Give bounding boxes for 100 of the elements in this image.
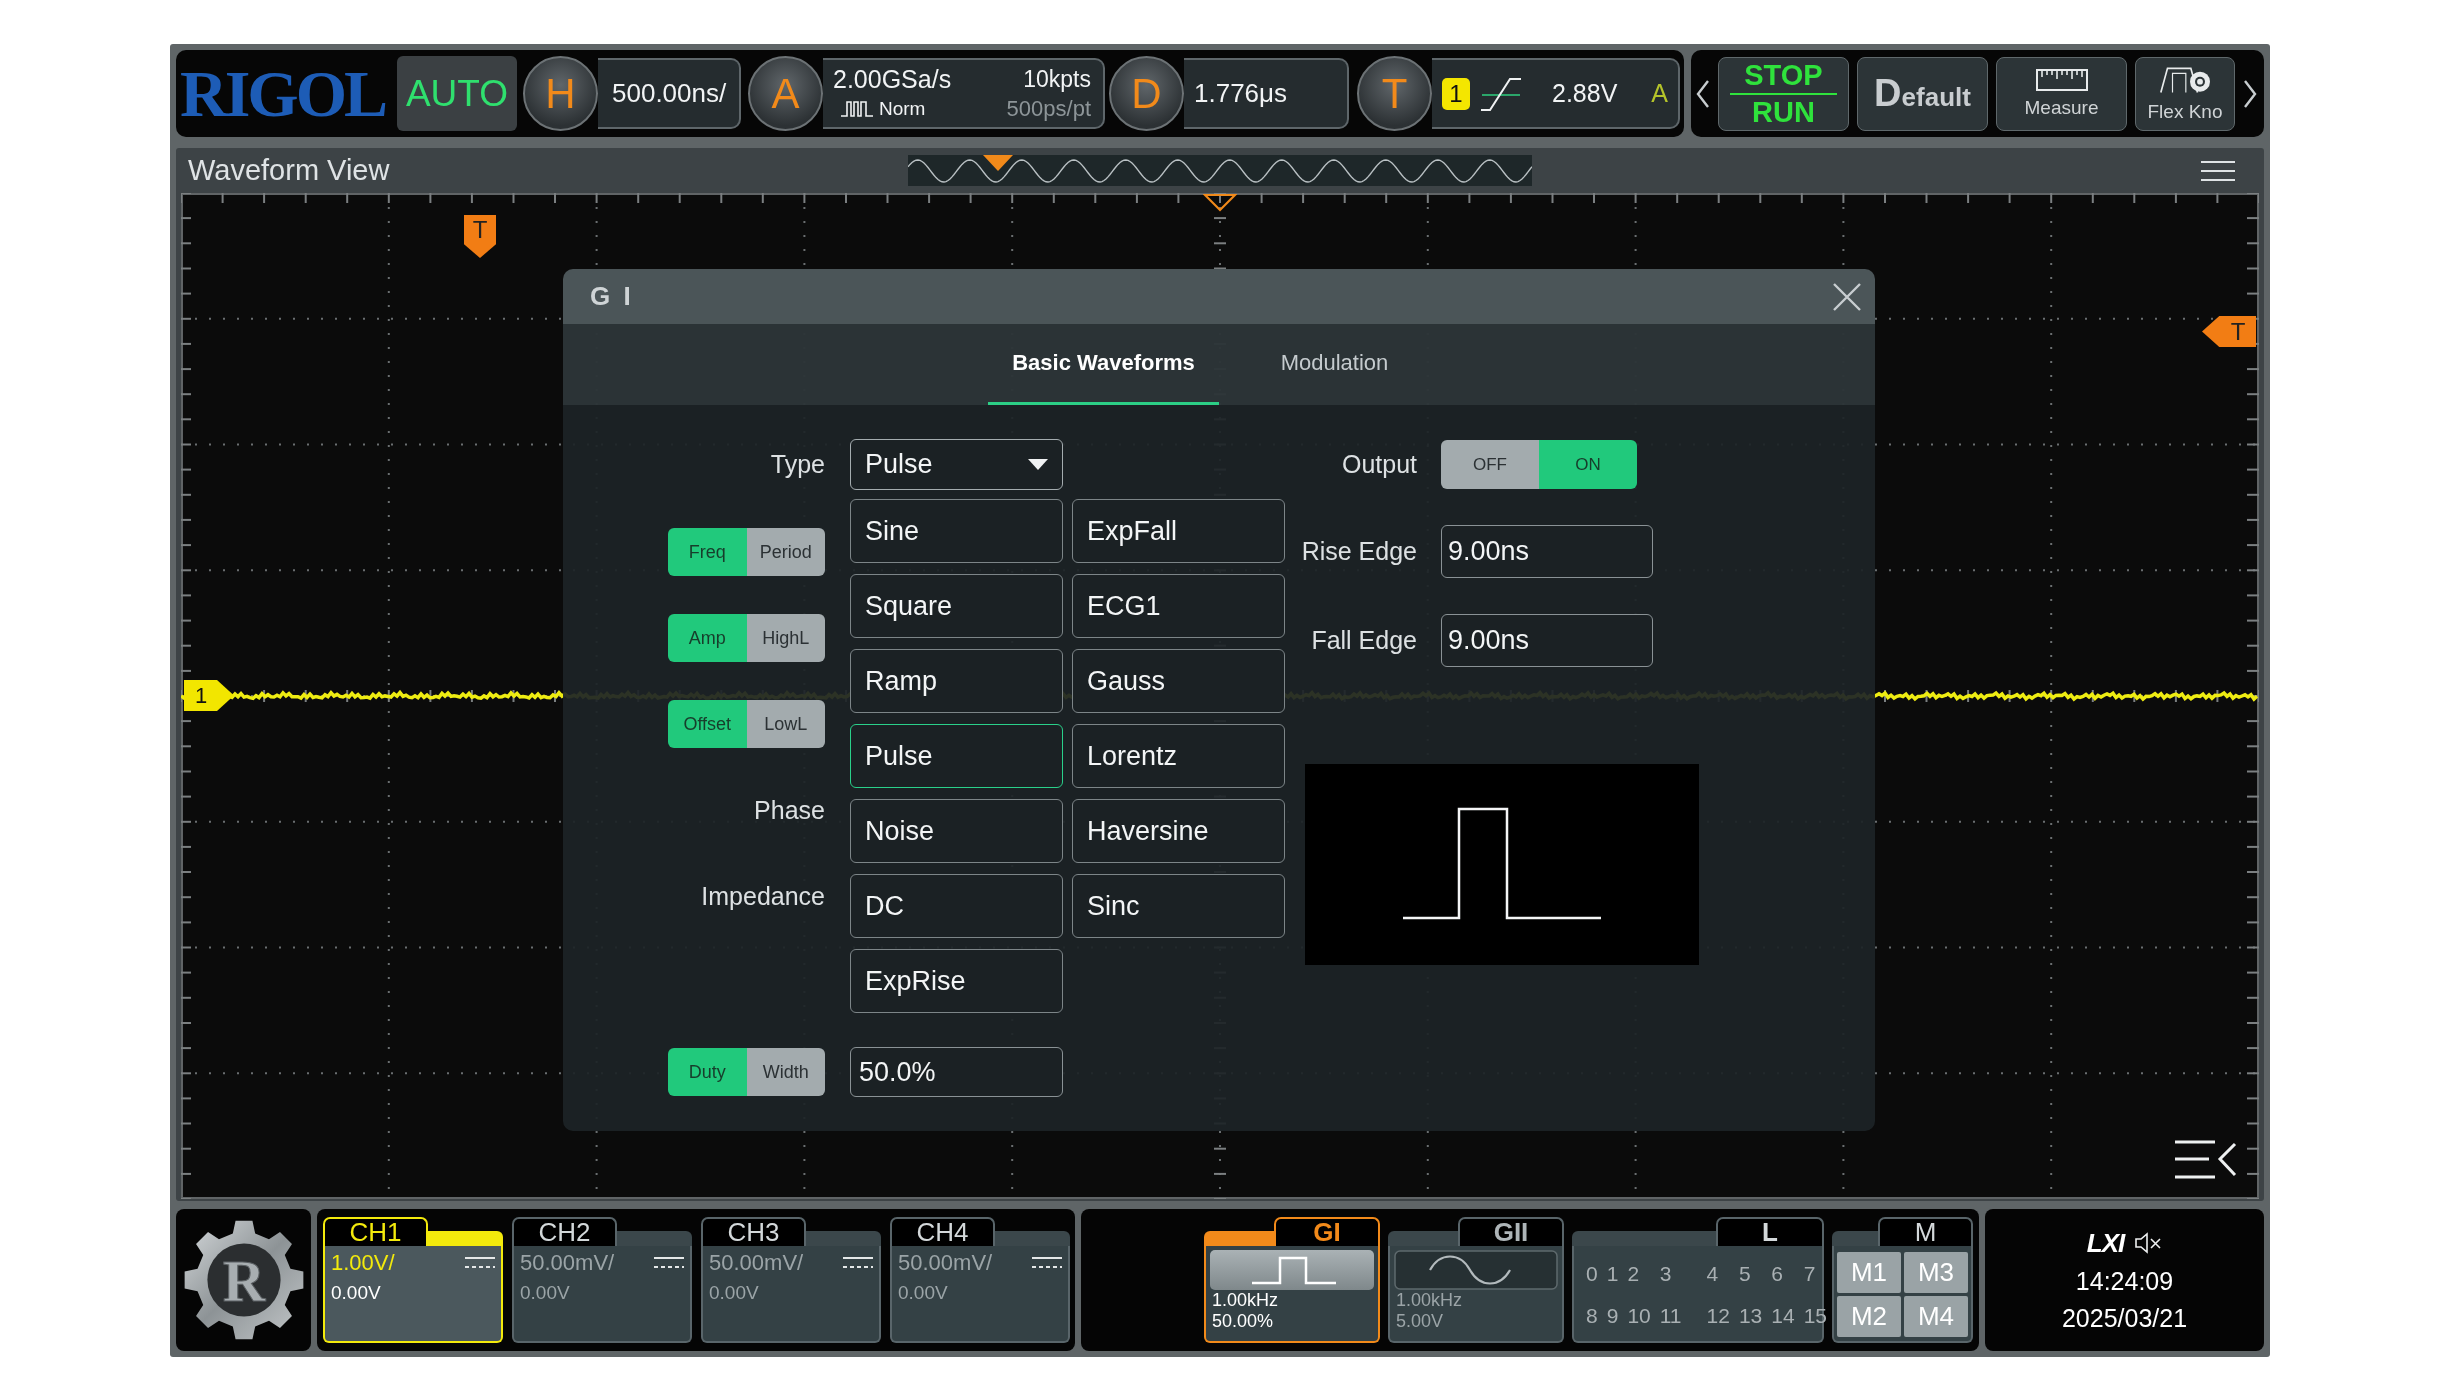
logic-channel-number: 13: [1738, 1304, 1763, 1328]
toggle-option[interactable]: HighL: [746, 614, 825, 662]
sine-wave-icon: [1394, 1250, 1558, 1290]
run-stop-button[interactable]: STOP RUN: [1718, 56, 1849, 131]
close-icon[interactable]: [1832, 281, 1862, 312]
speaker-muted-icon[interactable]: [2134, 1231, 2163, 1255]
dropdown-option[interactable]: Lorentz: [1072, 724, 1285, 788]
logic-channel-number: 3: [1659, 1262, 1673, 1286]
trigger-mode-button[interactable]: AUTO: [397, 56, 517, 131]
field-label: Fall Edge: [1310, 626, 1417, 655]
tab-strip: [1204, 1231, 1274, 1246]
lxi-logo: LXI: [2086, 1227, 2125, 1259]
dc-coupling-icon: [654, 1256, 684, 1270]
channel-tab[interactable]: CH3: [701, 1217, 806, 1246]
field-label: Impedance: [700, 881, 825, 911]
field-label: Output: [1340, 450, 1417, 479]
toggle-option[interactable]: Duty: [668, 1048, 747, 1096]
dropdown-option[interactable]: Sinc: [1072, 874, 1285, 938]
logic-panel[interactable]: 0 1 2 3 4 5 6 7 8 9 10 11 12 13 14 15: [1572, 1246, 1824, 1343]
generator-frequency: 1.00kHz: [1395, 1290, 1464, 1311]
channel-panel[interactable]: 1.00V/ 0.00V: [323, 1246, 503, 1343]
dropdown-option[interactable]: Ramp: [850, 649, 1063, 713]
switch-option[interactable]: OFF: [1441, 440, 1539, 489]
generator-panel[interactable]: 1.00kHz 5.00V: [1388, 1246, 1564, 1343]
generator-value: 50.00%: [1211, 1311, 1275, 1332]
chevron-right-icon[interactable]: [2243, 78, 2257, 109]
flex-knob-button[interactable]: Flex Kno: [2135, 56, 2235, 131]
toggle-option[interactable]: Width: [746, 1048, 825, 1096]
trigger-panel[interactable]: 1 2.88V A: [1432, 58, 1680, 129]
delay-marker-icon[interactable]: [1203, 193, 1237, 212]
channel-tab[interactable]: CH1: [323, 1217, 428, 1246]
dc-coupling-icon: [465, 1256, 495, 1270]
generator-frequency: 1.00kHz: [1211, 1290, 1280, 1311]
chevron-left-icon[interactable]: [1696, 78, 1710, 109]
waveform-type-dropdown[interactable]: Pulse: [850, 439, 1063, 490]
logic-channel-number: 12: [1706, 1304, 1730, 1328]
vertical-scale: 1.00V/: [331, 1250, 395, 1276]
generator-value: 5.00V: [1395, 1311, 1445, 1332]
tab[interactable]: Modulation: [1219, 324, 1450, 405]
dropdown-option[interactable]: Haversine: [1072, 799, 1285, 863]
trigger-position-marker[interactable]: T: [464, 215, 496, 258]
brand-logo: RIGOL: [180, 60, 387, 127]
menu-icon[interactable]: [2201, 159, 2235, 182]
logic-tab[interactable]: L: [1716, 1217, 1824, 1246]
channel-panel[interactable]: 50.00mV/ 0.00V: [701, 1246, 881, 1343]
math-tab[interactable]: M: [1878, 1217, 1973, 1246]
toggle-option[interactable]: Period: [746, 528, 825, 576]
dropdown-option[interactable]: ExpRise: [850, 949, 1063, 1013]
dropdown-option[interactable]: Square: [850, 574, 1063, 638]
field-label: Rise Edge: [1300, 537, 1417, 566]
dropdown-option[interactable]: Gauss: [1072, 649, 1285, 713]
acquisition-mode: Norm: [879, 98, 926, 120]
dropdown-option[interactable]: DC: [850, 874, 1063, 938]
dc-coupling-icon: [1032, 1256, 1062, 1270]
dropdown-option[interactable]: ECG1: [1072, 574, 1285, 638]
field-label: Type: [769, 450, 825, 479]
generator-tab[interactable]: GII: [1458, 1217, 1564, 1246]
trigger-level-marker[interactable]: T: [2202, 316, 2256, 347]
channel-panel[interactable]: 50.00mV/ 0.00V: [890, 1246, 1070, 1343]
logic-channel-number: 6: [1771, 1262, 1784, 1286]
value-field[interactable]: 50.0%: [850, 1047, 1063, 1097]
channel-tab[interactable]: CH4: [890, 1217, 995, 1246]
dropdown-option[interactable]: Pulse: [850, 724, 1063, 788]
toggle-option[interactable]: LowL: [746, 700, 825, 748]
trigger-source-badge: 1: [1442, 77, 1470, 110]
clock-date: 2025/03/21: [2061, 1303, 2188, 1333]
vertical-scale: 50.00mV/: [709, 1250, 804, 1276]
timebase-button[interactable]: 500.00ns/: [598, 58, 741, 129]
toggle-option[interactable]: Amp: [668, 614, 747, 662]
pulse-wave-icon: [1210, 1250, 1374, 1290]
switch-option[interactable]: ON: [1539, 440, 1637, 489]
dropdown-option[interactable]: Noise: [850, 799, 1063, 863]
dropdown-option[interactable]: ExpFall: [1072, 499, 1285, 563]
measure-button[interactable]: Measure: [1996, 56, 2127, 131]
dropdown-option[interactable]: Sine: [850, 499, 1063, 563]
dialog-title: G I: [590, 281, 634, 312]
value-field[interactable]: 9.00ns: [1441, 614, 1653, 667]
logic-channel-number: 8: [1586, 1304, 1598, 1328]
logic-channel-number: 1: [1606, 1262, 1619, 1286]
toggle-option[interactable]: Freq: [668, 528, 747, 576]
channel-panel[interactable]: 50.00mV/ 0.00V: [512, 1246, 692, 1343]
delay-button[interactable]: 1.776μs: [1184, 58, 1349, 129]
toggle-option[interactable]: Offset: [668, 700, 747, 748]
logic-channel-number: 0: [1586, 1262, 1598, 1286]
value-field[interactable]: 9.00ns: [1441, 525, 1653, 578]
vertical-offset: 0.00V: [898, 1282, 949, 1304]
logic-channel-number: 15: [1803, 1304, 1827, 1328]
default-setup-button[interactable]: Default: [1857, 56, 1988, 131]
generator-tab[interactable]: GI: [1274, 1217, 1380, 1246]
logic-channel-number: 5: [1738, 1262, 1752, 1286]
generator-panel[interactable]: 1.00kHz 50.00%: [1204, 1246, 1380, 1343]
channel-tab[interactable]: CH2: [512, 1217, 617, 1246]
channel-marker[interactable]: 1: [184, 680, 234, 711]
logic-channel-number: 9: [1606, 1304, 1619, 1328]
logic-channel-number: 14: [1771, 1304, 1795, 1328]
waveform-overview[interactable]: [908, 155, 1532, 186]
position-marker-icon[interactable]: [983, 155, 1013, 171]
collapse-menu-icon[interactable]: [2175, 1139, 2237, 1180]
acquisition-panel[interactable]: 2.00GSa/s 10kpts Norm 500ps/pt: [823, 58, 1105, 129]
vertical-offset: 0.00V: [709, 1282, 760, 1304]
